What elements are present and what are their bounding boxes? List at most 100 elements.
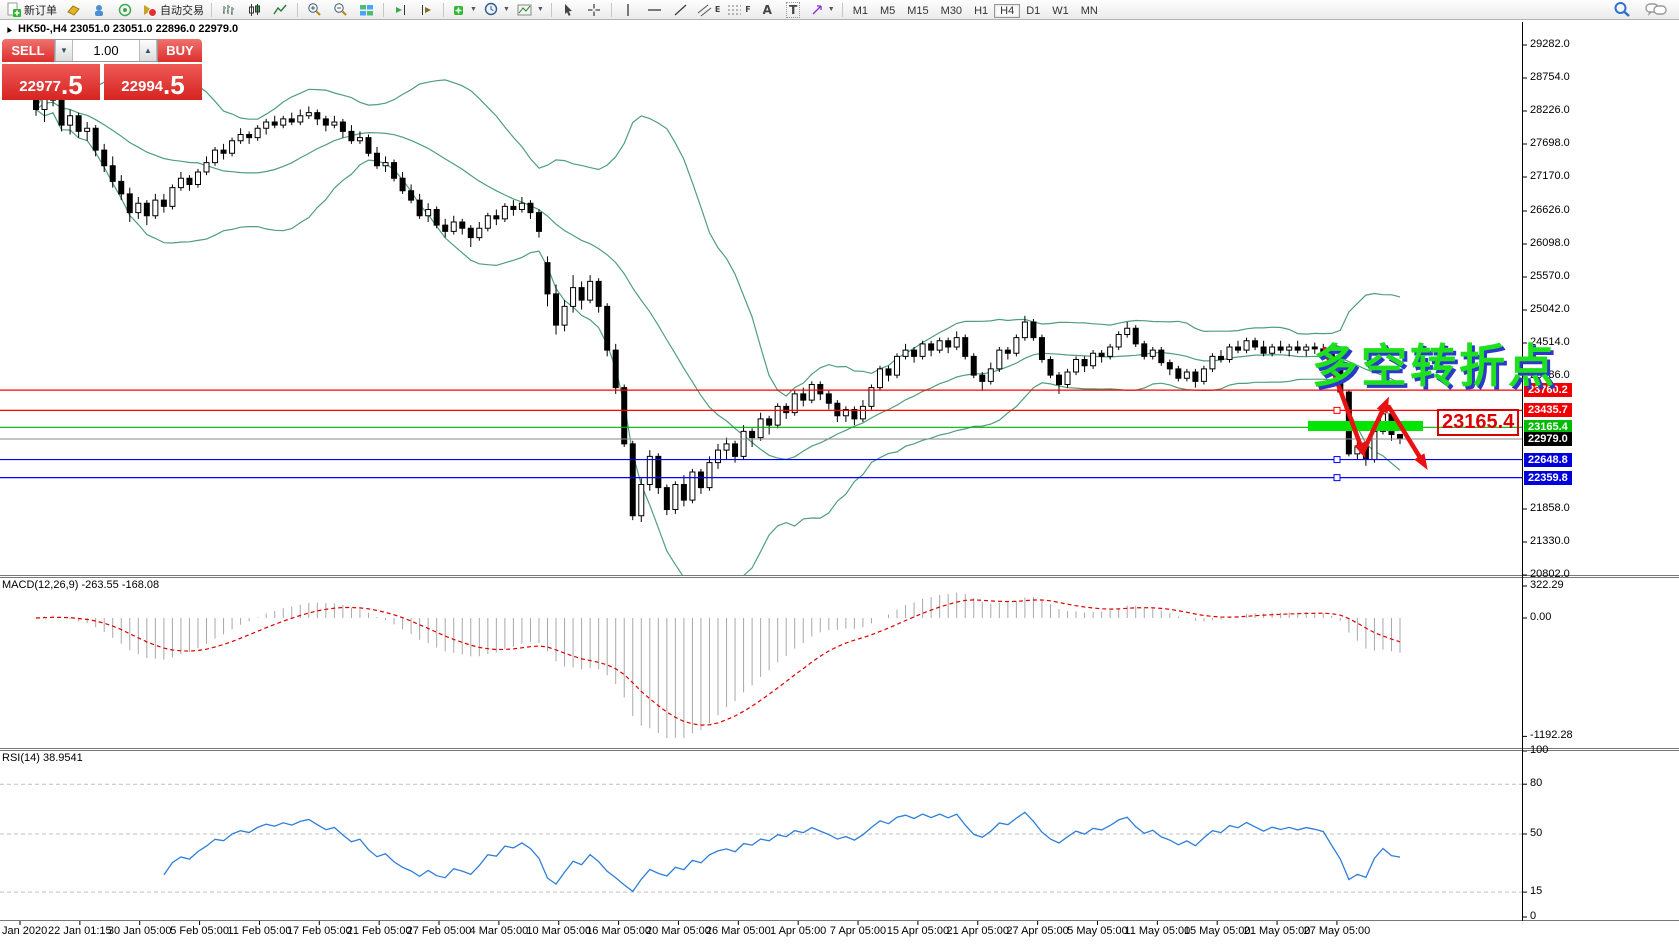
rsi-label: RSI(14) 38.9541 xyxy=(2,752,83,764)
text-tool-button[interactable]: A xyxy=(755,1,780,18)
signals-button[interactable] xyxy=(113,1,138,18)
arrows-tool-button[interactable]: ▼ xyxy=(807,1,838,18)
candle-body xyxy=(306,113,311,116)
candle-body xyxy=(204,163,209,172)
sell-button[interactable]: SELL xyxy=(2,39,54,62)
timeframe-button-h1[interactable]: H1 xyxy=(968,4,994,18)
price-chart[interactable] xyxy=(0,0,1679,944)
timeframe-button-m30[interactable]: M30 xyxy=(935,4,968,18)
history-center-icon xyxy=(66,3,81,17)
current-price-label[interactable]: 22979.0 xyxy=(1524,432,1572,446)
zoom-out-button[interactable] xyxy=(328,1,353,18)
line-handle[interactable] xyxy=(1334,475,1340,481)
bar-chart-button[interactable] xyxy=(216,1,241,18)
templates-button[interactable]: ▼ xyxy=(514,1,547,18)
candle-body xyxy=(349,131,354,140)
time-tick: 7 Apr 05:00 xyxy=(830,925,886,937)
line-chart-button[interactable] xyxy=(268,1,293,18)
candle-body xyxy=(1270,347,1275,353)
candle-body xyxy=(502,206,507,219)
candle-body xyxy=(434,210,439,226)
candle-body xyxy=(767,419,772,425)
price-tick: 28754.0 xyxy=(1530,71,1570,83)
timeframe-button-m5[interactable]: M5 xyxy=(874,4,901,18)
auto-scroll-icon xyxy=(393,3,408,17)
candle-body xyxy=(230,141,235,154)
history-center-button[interactable] xyxy=(61,1,86,18)
candlestick-chart-button[interactable] xyxy=(242,1,267,18)
candle-body xyxy=(690,472,695,500)
search-button[interactable] xyxy=(1609,1,1634,18)
autotrade-icon xyxy=(142,3,157,17)
symbol-ohlc-header: HK50-,H4 23051.0 23051.0 22896.0 22979.0 xyxy=(18,23,238,35)
green-zone-rect[interactable] xyxy=(1308,421,1423,431)
buy-button[interactable]: BUY xyxy=(158,39,202,62)
hline-price-label[interactable]: 22359.8 xyxy=(1524,471,1572,485)
rsi-line xyxy=(164,812,1400,891)
trendline-tool-button[interactable] xyxy=(668,1,693,18)
price-tick: 27170.0 xyxy=(1530,170,1570,182)
tile-windows-button[interactable] xyxy=(354,1,379,18)
arrows-icon xyxy=(810,3,824,17)
dropdown-caret-icon: ▼ xyxy=(470,6,477,13)
candle-body xyxy=(417,200,422,216)
candle-body xyxy=(1176,369,1181,378)
text-label-tool-button[interactable]: T xyxy=(781,1,806,18)
chat-button[interactable] xyxy=(1642,1,1670,18)
candle-body xyxy=(443,225,448,231)
sell-price[interactable]: 22977.5 xyxy=(2,64,100,100)
timeframe-button-h4[interactable]: H4 xyxy=(994,4,1020,18)
hline-price-label[interactable]: 23435.7 xyxy=(1524,403,1572,417)
line-handle[interactable] xyxy=(1334,407,1340,413)
crosshair-tool-button[interactable] xyxy=(582,1,607,18)
periods-button[interactable]: ▼ xyxy=(481,1,513,18)
channel-tool-button[interactable]: E xyxy=(694,1,723,18)
turning-point-annotation[interactable]: 多空转折点 xyxy=(1312,330,1557,396)
new-order-button[interactable]: 新订单 xyxy=(3,1,60,18)
vertical-line-tool-button[interactable] xyxy=(616,1,641,18)
fibo-letter: F xyxy=(745,5,750,14)
volume-input[interactable] xyxy=(73,40,139,61)
timeframe-button-m15[interactable]: M15 xyxy=(901,4,934,18)
volume-decrease-button[interactable]: ▼ xyxy=(55,40,73,61)
bb-middle xyxy=(36,102,1400,459)
timeframe-button-d1[interactable]: D1 xyxy=(1020,4,1046,18)
buy-price[interactable]: 22994.5 xyxy=(104,64,202,100)
candle-body xyxy=(1039,338,1044,360)
price-callout-box[interactable]: 23165.4 xyxy=(1437,409,1519,436)
toolbar-separator xyxy=(842,3,843,17)
candle-body xyxy=(1201,369,1206,382)
cursor-tool-button[interactable] xyxy=(556,1,581,18)
bb-lower xyxy=(36,110,1400,584)
timeframe-button-mn[interactable]: MN xyxy=(1075,4,1104,18)
autotrade-button[interactable]: 自动交易 xyxy=(139,1,207,18)
candle-body xyxy=(392,163,397,179)
candle-body xyxy=(170,188,175,207)
sell-price-frac: .5 xyxy=(61,72,83,98)
price-tick: 27698.0 xyxy=(1530,137,1570,149)
time-tick: 5 May 05:00 xyxy=(1067,925,1128,937)
candle-body xyxy=(716,450,721,463)
timeframe-button-m1[interactable]: M1 xyxy=(847,4,874,18)
community-button[interactable] xyxy=(87,1,112,18)
line-handle[interactable] xyxy=(1334,457,1340,463)
auto-scroll-button[interactable] xyxy=(388,1,413,18)
signals-icon xyxy=(118,3,133,17)
indicators-button[interactable]: ▼ xyxy=(448,1,480,18)
time-tick: 15 May 05:00 xyxy=(1184,925,1251,937)
timeframe-button-w1[interactable]: W1 xyxy=(1046,4,1075,18)
candle-body xyxy=(1022,322,1027,338)
trendline-icon xyxy=(673,3,688,17)
fibonacci-tool-button[interactable]: F xyxy=(724,1,753,18)
volume-increase-button[interactable]: ▲ xyxy=(139,40,157,61)
zoom-in-button[interactable] xyxy=(302,1,327,18)
candle-body xyxy=(1074,360,1079,373)
horizontal-line-tool-button[interactable] xyxy=(642,1,667,18)
text-tool-icon: A xyxy=(763,3,772,17)
hline-price-label[interactable]: 22648.8 xyxy=(1524,453,1572,467)
chart-shift-button[interactable] xyxy=(414,1,439,18)
candle-body xyxy=(281,119,286,125)
candle-body xyxy=(221,150,226,153)
candle-body xyxy=(340,122,345,131)
new-order-label: 新订单 xyxy=(24,2,57,18)
